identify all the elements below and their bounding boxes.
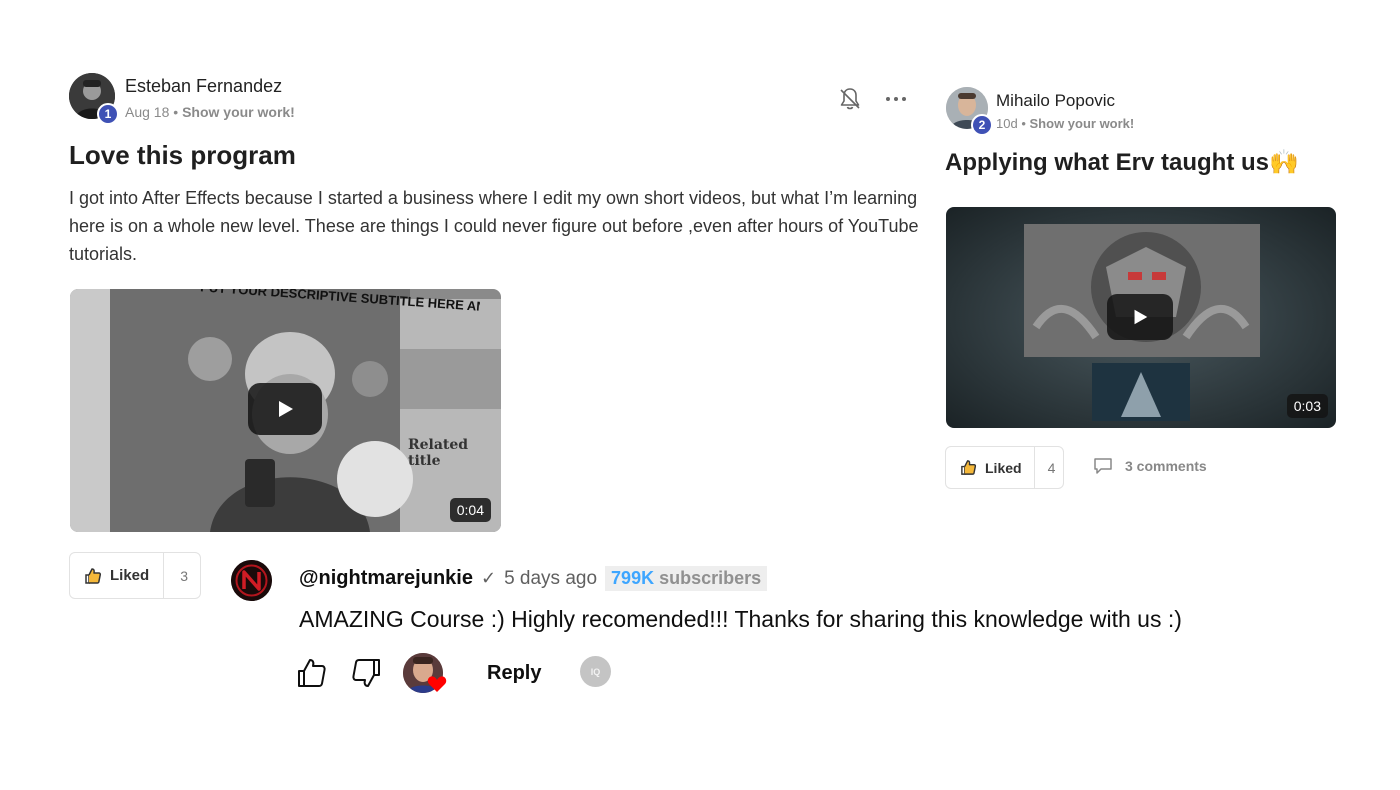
rank-badge: 2 <box>971 114 993 136</box>
post-category[interactable]: Show your work! <box>1030 116 1135 131</box>
channel-handle[interactable]: @nightmarejunkie <box>299 567 473 590</box>
play-icon <box>1134 309 1148 325</box>
post-title[interactable]: Applying what Erv taught us🙌 <box>945 148 1299 177</box>
like-button-main[interactable]: Liked <box>70 553 163 598</box>
post-category[interactable]: Show your work! <box>182 104 295 120</box>
subscriber-count: 799K <box>611 568 655 588</box>
video-duration: 0:04 <box>449 498 491 522</box>
bell-off-icon[interactable] <box>838 86 862 112</box>
like-button[interactable]: Liked 4 <box>945 446 1064 489</box>
comment-header: @nightmarejunkie ✓ 5 days ago 799K subsc… <box>299 566 768 591</box>
like-button[interactable]: Liked 3 <box>69 552 201 599</box>
author-name[interactable]: Mihailo Popovic <box>996 91 1115 111</box>
subscriber-label: subscribers <box>659 568 762 588</box>
more-horizontal-icon[interactable] <box>884 92 908 104</box>
video-duration: 0:03 <box>1286 394 1328 418</box>
post-meta: Aug 18 • Show your work! <box>125 104 295 120</box>
meta-separator: • <box>1021 116 1026 131</box>
post-date: Aug 18 <box>125 104 170 120</box>
like-count: 4 <box>1033 447 1069 488</box>
extension-badge-icon[interactable]: IQ <box>580 656 611 687</box>
author-avatar-wrapper[interactable]: 2 <box>946 87 993 136</box>
comment-text: AMAZING Course :) Highly recomended!!! T… <box>299 606 1182 632</box>
comment-time[interactable]: 5 days ago <box>504 568 597 590</box>
extension-badge-label: IQ <box>590 666 601 677</box>
play-button[interactable] <box>248 383 322 435</box>
video-thumbnail[interactable]: PUT YOUR DESCRIPTIVE SUBTITLE HERE AND M… <box>70 289 501 532</box>
play-button[interactable] <box>1107 294 1173 340</box>
post-meta: 10d • Show your work! <box>996 116 1134 131</box>
reply-button[interactable]: Reply <box>487 662 541 685</box>
post-date: 10d <box>996 116 1018 131</box>
comments-count: 3 comments <box>1125 458 1207 474</box>
creator-heart[interactable] <box>403 653 447 693</box>
author-avatar-wrapper[interactable]: 1 <box>69 73 119 125</box>
channel-logo-image <box>231 560 272 601</box>
avatar[interactable] <box>231 560 272 601</box>
verified-check-icon: ✓ <box>480 568 497 588</box>
thumbs-up-icon[interactable] <box>296 657 328 689</box>
author-name[interactable]: Esteban Fernandez <box>125 76 282 97</box>
post-title[interactable]: Love this program <box>69 140 296 171</box>
thumbs-down-icon[interactable] <box>350 657 382 689</box>
rank-badge: 1 <box>97 103 119 125</box>
like-button-main[interactable]: Liked <box>946 447 1034 488</box>
like-count: 3 <box>163 553 204 598</box>
heart-icon <box>427 676 447 692</box>
post-body: I got into After Effects because I start… <box>69 188 919 264</box>
meta-separator: • <box>173 104 179 120</box>
subscriber-badge: 799K subscribers <box>605 566 768 591</box>
thumbs-up-icon <box>961 460 977 475</box>
play-icon <box>279 401 293 417</box>
comment-icon <box>1094 458 1112 474</box>
comments-link[interactable]: 3 comments <box>1093 457 1207 475</box>
thumbs-up-icon <box>85 567 102 584</box>
poster-related-title: Related title <box>408 437 469 469</box>
video-thumbnail[interactable]: 0:03 <box>946 207 1336 428</box>
like-label: Liked <box>110 567 150 584</box>
like-label: Liked <box>985 459 1022 476</box>
